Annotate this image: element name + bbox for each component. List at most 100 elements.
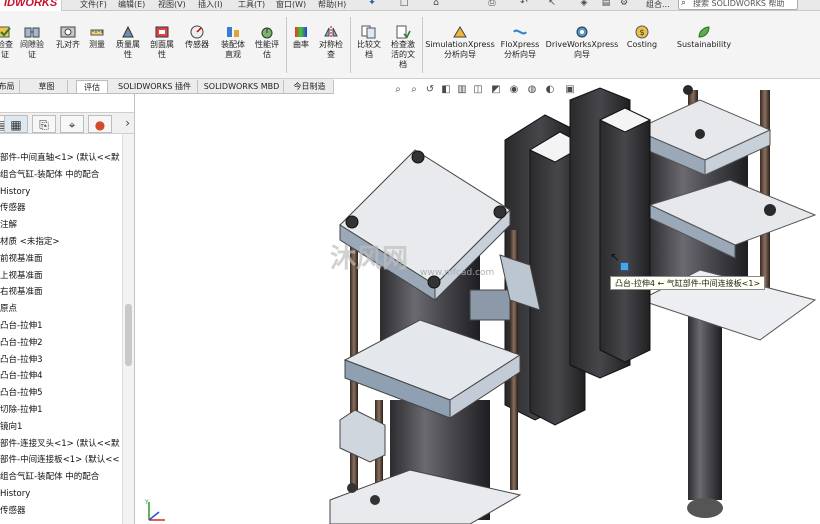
mass-properties-button[interactable]: 质量属 性 — [114, 25, 142, 60]
ribbon-separator — [286, 17, 287, 73]
rebuild-icon[interactable]: ◈ — [578, 0, 590, 9]
check-button[interactable]: 检查 证 — [0, 25, 14, 60]
simulationxpress-icon — [453, 26, 467, 38]
menu-view[interactable]: 视图(V) — [158, 0, 186, 10]
svg-text:$: $ — [639, 28, 644, 37]
symmetry-check-button[interactable]: 对称检 查 — [316, 25, 346, 60]
solidworks-logo: IDWORKS — [0, 0, 63, 11]
clearance-verification-button[interactable]: 间隙验 证 — [17, 25, 47, 60]
hole-alignment-button[interactable]: 孔对齐 — [54, 25, 82, 50]
coordinate-triad: Y — [144, 499, 165, 521]
property-manager-tab[interactable]: ▦ — [4, 115, 28, 133]
tree-item[interactable]: 部件-中间连接板<1> (默认<< — [0, 452, 122, 469]
floxpress-icon — [513, 29, 527, 35]
tree-item[interactable]: 凸台-拉伸4 — [0, 368, 122, 385]
sensor-button[interactable]: 传感器 — [184, 25, 210, 50]
appearance-ball-icon: ● — [94, 118, 106, 132]
compare-documents-button[interactable]: 比较文 档 — [354, 25, 384, 60]
assembly-visualization-icon — [227, 27, 239, 37]
tree-item[interactable]: 凸台-拉伸3 — [0, 352, 122, 369]
central-frame[interactable] — [504, 87, 652, 426]
measure-button[interactable]: 测量 — [86, 25, 108, 50]
configuration-manager-tab[interactable]: ⎘ — [32, 115, 56, 133]
tree-item[interactable]: 镜向1 — [0, 419, 122, 436]
driveworksxpress-button[interactable]: DriveWorksXpress 向导 — [545, 25, 619, 60]
undo-icon[interactable]: ↶ — [518, 0, 530, 9]
curvature-button[interactable]: 曲率 — [290, 25, 312, 50]
crosshair-icon: ⌖ — [68, 118, 76, 132]
left-base-plate — [329, 469, 522, 524]
tree-scrollbar[interactable] — [122, 134, 134, 524]
tree-item[interactable]: 原点 — [0, 301, 122, 318]
curvature-icon — [295, 27, 307, 37]
tree-item[interactable]: 传感器 — [0, 200, 122, 217]
tree-item[interactable]: History — [0, 486, 122, 503]
menu-tools[interactable]: 工具(T) — [238, 0, 265, 10]
menu-window[interactable]: 窗口(W) — [276, 0, 306, 10]
tree-item[interactable]: 凸台-拉伸1 — [0, 318, 122, 335]
check-active-document-button[interactable]: 检查激 活的文 档 — [388, 25, 418, 70]
menu-insert[interactable]: 插入(I) — [198, 0, 223, 10]
tree-item[interactable]: 注解 — [0, 217, 122, 234]
watermark-text: 沐风网 — [330, 244, 409, 274]
tree-item[interactable]: 切除-拉伸1 — [0, 402, 122, 419]
tree-item[interactable]: 组合气缸-装配体 中的配合 — [0, 167, 122, 184]
tree-item[interactable]: 凸台-拉伸2 — [0, 335, 122, 352]
help-search-input[interactable]: ⌕ 搜索 SOLIDWORKS 帮助 — [678, 0, 798, 10]
performance-icon — [261, 27, 273, 39]
menu-file[interactable]: 文件(F) — [80, 0, 107, 10]
section-properties-icon — [155, 26, 169, 38]
tree-item[interactable]: 上视基准面 — [0, 268, 122, 285]
costing-icon: $ — [635, 25, 649, 39]
section-properties-button[interactable]: 剖面属 性 — [148, 25, 176, 60]
tree-item[interactable]: History — [0, 184, 122, 201]
ribbon-separator — [422, 17, 423, 73]
performance-evaluation-button[interactable]: 性能评 估 — [252, 25, 282, 60]
measure-icon — [90, 29, 104, 36]
floxpress-button[interactable]: FloXpress 分析向导 — [498, 25, 542, 60]
feature-tooltip: 凸台-拉伸4 ← 气缸部件-中间连接板<1> — [610, 276, 766, 290]
select-icon[interactable]: ↖ — [546, 0, 558, 9]
right-cylinder-assembly[interactable] — [633, 85, 817, 518]
clearance-icon — [24, 27, 40, 38]
panel-tabs: ▤ ▦ ⎘ ⌖ ● › — [0, 112, 134, 134]
new-document-icon[interactable]: □ — [398, 0, 410, 9]
open-icon[interactable]: ⌂ — [430, 0, 442, 9]
chevron-right-icon[interactable]: › — [125, 116, 130, 130]
tree-item[interactable]: 右视基准面 — [0, 284, 122, 301]
mass-properties-icon — [122, 25, 134, 38]
configuration-icon: ⎘ — [39, 118, 49, 132]
sustainability-button[interactable]: Sustainability — [674, 25, 734, 50]
costing-button[interactable]: $ Costing — [624, 25, 660, 50]
tab-layout[interactable]: 布局 — [0, 80, 20, 93]
options-gear-icon[interactable]: ⚙ — [618, 0, 630, 9]
z-axis — [148, 511, 160, 521]
tree-item[interactable]: 组合气缸-装配体 中的配合 — [0, 469, 122, 486]
menu-edit[interactable]: 编辑(E) — [118, 0, 145, 10]
search-placeholder: 搜索 SOLIDWORKS 帮助 — [693, 0, 785, 8]
tab-evaluate[interactable]: 评估 — [76, 80, 108, 93]
driveworks-icon — [576, 26, 588, 38]
tree-item[interactable]: 前视基准面 — [0, 251, 122, 268]
assembly-visualization-button[interactable]: 装配体 直观 — [218, 25, 248, 60]
tree-item[interactable]: 部件-中间直轴<1> (默认<<默 — [0, 150, 122, 167]
print-icon[interactable]: ⎙ — [486, 0, 498, 9]
pin-icon[interactable]: ✦ — [366, 0, 378, 9]
property-manager-icon: ▦ — [10, 118, 22, 132]
simulationxpress-button[interactable]: SimulationXpress 分析向导 — [424, 25, 496, 60]
command-manager-ribbon: 检查 证 间隙验 证 孔对齐 测量 质量属 性 剖面属 性 传感器 装配体 直观… — [0, 11, 820, 79]
tree-item[interactable]: 部件-连接叉头<1> (默认<<默 — [0, 436, 122, 453]
tree-item[interactable]: 材质 <未指定> — [0, 234, 122, 251]
document-name: 组合... — [646, 0, 670, 9]
mouse-cursor-icon: ↖ — [610, 250, 621, 264]
sensor-icon — [190, 25, 204, 39]
display-manager-tab[interactable]: ● — [88, 115, 112, 133]
symmetry-check-icon — [324, 26, 338, 38]
menu-help[interactable]: 帮助(H) — [318, 0, 346, 10]
file-properties-icon[interactable]: ▤ — [600, 0, 612, 9]
dimxpert-tab[interactable]: ⌖ — [60, 115, 84, 133]
tree-item[interactable]: 传感器 — [0, 503, 122, 520]
tab-sketch[interactable]: 草图 — [26, 80, 68, 93]
scrollbar-thumb[interactable] — [125, 304, 132, 366]
tree-item[interactable]: 凸台-拉伸5 — [0, 385, 122, 402]
